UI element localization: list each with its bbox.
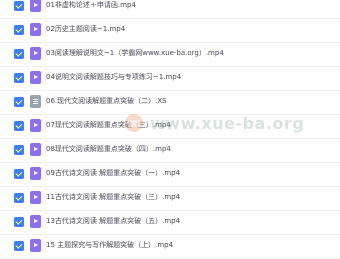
file-row[interactable]: 01非虚构论述＋申请函.mp4 bbox=[0, 0, 340, 19]
document-file-icon bbox=[30, 95, 41, 108]
file-row[interactable]: 06.现代文阅读解题重点突破（二）.XS bbox=[0, 91, 340, 115]
file-row[interactable]: 08现代文阅读解题重点突破（四）.mp4 bbox=[0, 139, 340, 163]
file-name[interactable]: 07现代文阅读解题重点突破（三）.mp4 bbox=[46, 120, 171, 130]
file-name[interactable]: 13古代诗文阅读 解题重点突破（五）.mp4 bbox=[46, 216, 180, 226]
file-name[interactable]: 02历史主题阅读~1.mp4 bbox=[46, 24, 125, 34]
video-file-icon bbox=[30, 191, 41, 204]
file-row[interactable]: 07现代文阅读解题重点突破（三）.mp4 bbox=[0, 115, 340, 139]
file-row[interactable]: 02历史主题阅读~1.mp4 bbox=[0, 19, 340, 43]
file-name[interactable]: 03阅读理解说明文~1（学霸网www.xue-ba.org）.mp4 bbox=[46, 48, 224, 58]
file-list: 01非虚构论述＋申请函.mp4 02历史主题阅读~1.mp4 03阅读理解说明文~1… bbox=[0, 0, 340, 259]
video-file-icon bbox=[30, 143, 41, 156]
video-file-icon bbox=[30, 215, 41, 228]
row-checkbox[interactable] bbox=[14, 1, 24, 11]
row-checkbox[interactable] bbox=[14, 217, 24, 227]
row-checkbox[interactable] bbox=[14, 145, 24, 155]
video-file-icon bbox=[30, 71, 41, 84]
file-name[interactable]: 08现代文阅读解题重点突破（四）.mp4 bbox=[46, 144, 171, 154]
video-file-icon bbox=[30, 23, 41, 36]
video-file-icon bbox=[30, 0, 41, 12]
row-checkbox[interactable] bbox=[14, 169, 24, 179]
file-name[interactable]: 06.现代文阅读解题重点突破（二）.XS bbox=[46, 96, 167, 106]
file-row[interactable]: 15 主题探究与写作解题突破（上）.mp4 bbox=[0, 235, 340, 259]
row-checkbox[interactable] bbox=[14, 241, 24, 251]
file-row[interactable]: 04说明文阅读解题技巧与专项练习~1.mp4 bbox=[0, 67, 340, 91]
file-row[interactable]: 09古代诗文阅读 解题重点突破（一）.mp4 bbox=[0, 163, 340, 187]
file-name[interactable]: 09古代诗文阅读 解题重点突破（一）.mp4 bbox=[46, 168, 180, 178]
row-checkbox[interactable] bbox=[14, 73, 24, 83]
file-name[interactable]: 04说明文阅读解题技巧与专项练习~1.mp4 bbox=[46, 72, 181, 82]
video-file-icon bbox=[30, 119, 41, 132]
file-name[interactable]: 15 主题探究与写作解题突破（上）.mp4 bbox=[46, 240, 173, 250]
video-file-icon bbox=[30, 167, 41, 180]
file-name[interactable]: 11古代诗文阅读 解题重点突破（三）.mp4 bbox=[46, 192, 180, 202]
file-name[interactable]: 01非虚构论述＋申请函.mp4 bbox=[46, 0, 136, 10]
row-checkbox[interactable] bbox=[14, 25, 24, 35]
video-file-icon bbox=[30, 47, 41, 60]
row-checkbox[interactable] bbox=[14, 49, 24, 59]
video-file-icon bbox=[30, 239, 41, 252]
file-row[interactable]: 13古代诗文阅读 解题重点突破（五）.mp4 bbox=[0, 211, 340, 235]
file-row[interactable]: 11古代诗文阅读 解题重点突破（三）.mp4 bbox=[0, 187, 340, 211]
row-checkbox[interactable] bbox=[14, 193, 24, 203]
file-row[interactable]: 03阅读理解说明文~1（学霸网www.xue-ba.org）.mp4 bbox=[0, 43, 340, 67]
row-checkbox[interactable] bbox=[14, 97, 24, 107]
row-checkbox[interactable] bbox=[14, 121, 24, 131]
